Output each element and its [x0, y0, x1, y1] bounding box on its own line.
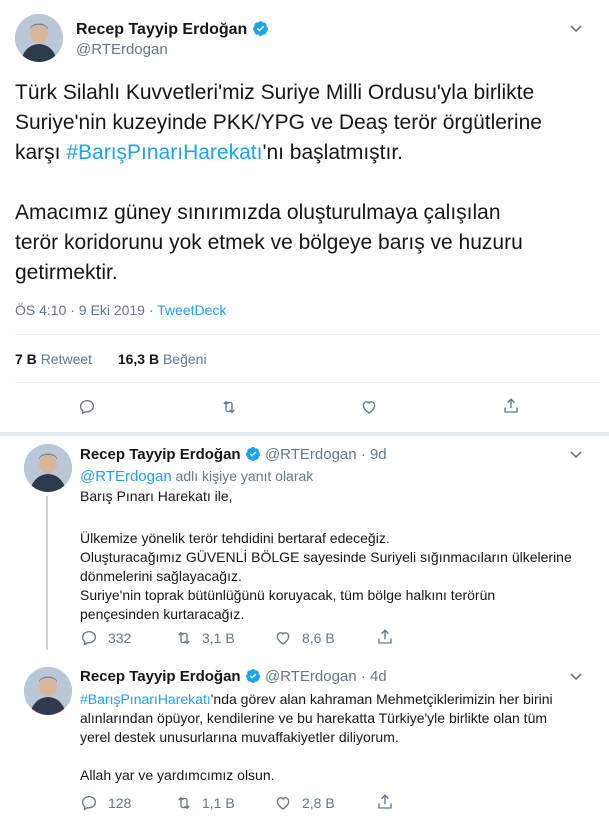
reply-button[interactable] [78, 398, 96, 416]
retweet-count: 1,1 B [202, 795, 235, 811]
chevron-down-icon[interactable] [568, 668, 584, 689]
retweet-icon [223, 400, 235, 414]
reply-header: Recep Tayyip Erdoğan @RTErdogan · 4d [80, 668, 387, 688]
share-icon [378, 629, 392, 644]
reply-text-line: pençesinden kurtaracağız. [80, 606, 245, 622]
tweet-age[interactable]: · 4d [361, 668, 387, 685]
tweet-text-line: Amacımız güney sınırımızda oluşturulmaya… [15, 201, 501, 224]
reply-text-line: Ülkemize yönelik terör tehdidini bertara… [80, 530, 390, 546]
tweet-timestamp[interactable]: ÖS 4:10 · 9 Eki 2019 · [15, 302, 157, 318]
author-handle[interactable]: @RTErdogan [76, 41, 168, 58]
reply-text-line: Oluşturacağımız GÜVENLİ BÖLGE sayesinde … [80, 549, 572, 565]
reply-text-line [80, 506, 595, 525]
engagement-stats: 7 B Retweet 16,3 B Beğeni [15, 351, 207, 367]
tweet-timestamp-row: ÖS 4:10 · 9 Eki 2019 · TweetDeck [15, 302, 226, 318]
tweet-text-line: terör koridorunu yok etmek ve bölgeye ba… [15, 231, 523, 254]
reply-text: #BarışPınarıHarekatı'nda görev alan kahr… [80, 690, 600, 785]
like-button[interactable]: 2,8 B [274, 794, 335, 812]
reply-text-segment: 'nda görev alan kahraman Mehmetçiklerimi… [210, 691, 553, 707]
reply-text-line: Allah yar ve yardımcımız olsun. [80, 767, 275, 783]
reply-text-line: Barış Pınarı Harekatı ile, [80, 488, 233, 504]
reply-icon [81, 795, 97, 811]
like-button[interactable]: 8,6 B [274, 629, 335, 647]
retweet-count[interactable]: 7 B [15, 351, 37, 367]
reply-text: Barış Pınarı Harekatı ile, Ülkemize yöne… [80, 487, 595, 624]
reply-text-line: yerel destek unusurlarına muvaffakiyetle… [80, 729, 399, 745]
verified-badge-icon [252, 20, 269, 42]
share-button[interactable] [376, 628, 394, 646]
share-icon [378, 794, 392, 809]
source-link[interactable]: TweetDeck [157, 302, 226, 318]
divider [15, 334, 600, 335]
reply-button[interactable]: 128 [80, 794, 131, 812]
retweet-icon [178, 796, 190, 810]
retweet-label[interactable]: Retweet [41, 351, 92, 367]
retweet-button[interactable] [220, 398, 238, 416]
retweet-count: 3,1 B [202, 630, 235, 646]
retweet-button[interactable]: 1,1 B [175, 794, 235, 812]
reply-text-line: Suriye'nin toprak bütünlüğünü koruyacak,… [80, 587, 496, 603]
reply-text-line: alınlarından öpüyor, kendilerine ve bu h… [80, 710, 548, 726]
hashtag-link[interactable]: #BarışPınarıHarekatı [80, 691, 211, 707]
tweet-text-line: Suriye'nin kuzeyinde PKK/YPG ve Deaş ter… [15, 111, 542, 134]
reply-to-suffix: adlı kişiye yanıt olarak [171, 468, 314, 484]
avatar-photo-icon [15, 14, 63, 62]
avatar-photo-icon [24, 667, 72, 715]
tweet-text-line: getirmektir. [15, 261, 118, 284]
retweet-icon [178, 631, 190, 645]
like-count[interactable]: 16,3 B [118, 351, 159, 367]
author-handle[interactable]: @RTErdogan [265, 446, 357, 463]
like-count: 8,6 B [302, 630, 335, 646]
reply-text-line: dönmelerini sağlayacağız. [80, 568, 242, 584]
reply-header: Recep Tayyip Erdoğan @RTErdogan · 9d [80, 446, 387, 466]
heart-icon [362, 401, 376, 414]
reply-to-handle[interactable]: @RTErdogan [80, 468, 172, 485]
verified-badge-icon [245, 446, 261, 466]
thread-connector [46, 496, 48, 650]
divider [0, 432, 609, 436]
share-icon [504, 398, 518, 413]
author-handle[interactable]: @RTErdogan [265, 668, 357, 685]
like-count: 2,8 B [302, 795, 335, 811]
replying-to: @RTErdogan adlı kişiye yanıt olarak [80, 468, 313, 485]
retweet-button[interactable]: 3,1 B [175, 629, 235, 647]
reply-icon [81, 630, 97, 646]
heart-icon [276, 797, 290, 810]
chevron-down-icon[interactable] [568, 446, 584, 467]
avatar-photo-icon [24, 444, 72, 492]
hashtag-link[interactable]: #BarışPınarıHarekatı [66, 141, 262, 164]
author-name[interactable]: Recep Tayyip Erdoğan [80, 668, 241, 685]
reply-count: 332 [108, 630, 132, 646]
reply-count: 128 [108, 795, 132, 811]
tweet-text: Türk Silahlı Kuvvetleri'miz Suriye Milli… [15, 78, 600, 288]
author-name[interactable]: Recep Tayyip Erdoğan [80, 446, 241, 463]
reply-icon [79, 399, 95, 415]
tweet-text-segment: 'nı başlatmıştır. [262, 141, 403, 164]
author-name[interactable]: Recep Tayyip Erdoğan [76, 21, 247, 38]
heart-icon [276, 632, 290, 645]
reply-text-line [80, 747, 600, 766]
reply-button[interactable]: 332 [80, 629, 131, 647]
tweet-text-line: karşı #BarışPınarıHarekatı'nı başlatmışt… [15, 138, 600, 168]
like-button[interactable] [360, 398, 378, 416]
reply-text-line: #BarışPınarıHarekatı'nda görev alan kahr… [80, 690, 600, 709]
share-button[interactable] [376, 793, 394, 811]
chevron-down-icon[interactable] [568, 20, 584, 41]
author-name-row: Recep Tayyip Erdoğan [76, 20, 269, 42]
tweet-text-line: Türk Silahlı Kuvvetleri'miz Suriye Milli… [15, 81, 535, 104]
tweet-text-segment: karşı [15, 141, 67, 164]
like-label[interactable]: Beğeni [163, 351, 207, 367]
avatar[interactable] [24, 444, 72, 492]
share-button[interactable] [502, 397, 520, 415]
avatar[interactable] [15, 14, 63, 62]
divider [15, 382, 600, 383]
verified-badge-icon [245, 668, 261, 688]
tweet-age[interactable]: · 9d [361, 446, 387, 463]
avatar[interactable] [24, 667, 72, 715]
